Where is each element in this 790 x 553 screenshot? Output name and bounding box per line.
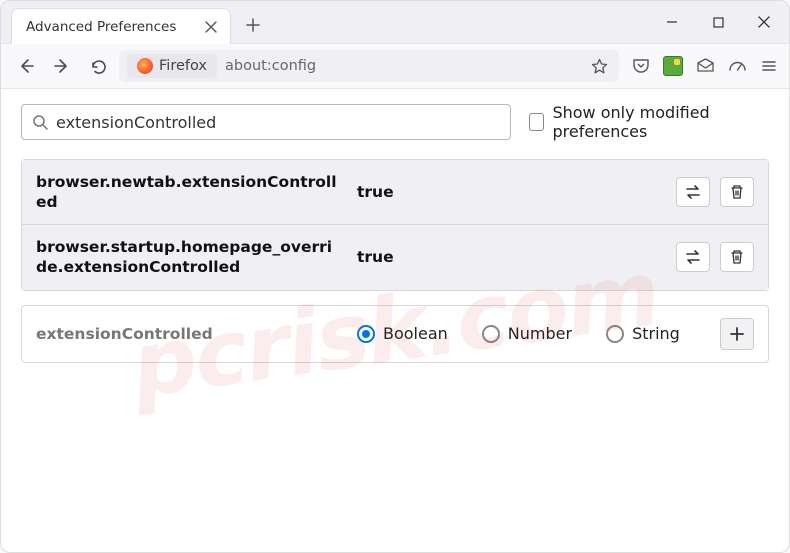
radio-icon bbox=[482, 325, 500, 343]
identity-box[interactable]: Firefox bbox=[127, 54, 217, 78]
plus-icon bbox=[729, 326, 745, 342]
tab-title: Advanced Preferences bbox=[26, 19, 202, 35]
radio-label: Number bbox=[508, 324, 572, 343]
plus-icon bbox=[246, 18, 260, 32]
pref-list: browser.newtab.extensionControlled true … bbox=[21, 159, 769, 291]
browser-tab[interactable]: Advanced Preferences bbox=[11, 8, 231, 44]
radio-label: String bbox=[632, 324, 680, 343]
mail-button[interactable] bbox=[695, 56, 715, 76]
search-icon bbox=[32, 114, 48, 130]
pref-name: browser.startup.homepage_override.extens… bbox=[36, 237, 341, 277]
radio-icon bbox=[357, 325, 375, 343]
minimize-button[interactable] bbox=[649, 4, 695, 40]
toggle-button[interactable] bbox=[676, 242, 710, 272]
new-tab-button[interactable] bbox=[239, 11, 267, 39]
firefox-icon bbox=[137, 58, 153, 74]
type-string[interactable]: String bbox=[606, 324, 680, 343]
show-modified-label: Show only modified preferences bbox=[552, 103, 769, 141]
type-number[interactable]: Number bbox=[482, 324, 572, 343]
pref-value: true bbox=[357, 183, 660, 201]
pocket-icon bbox=[632, 57, 650, 75]
url-text: about:config bbox=[225, 58, 579, 74]
pref-row[interactable]: browser.newtab.extensionControlled true bbox=[22, 160, 768, 225]
toolbar-actions bbox=[625, 56, 779, 76]
mail-icon bbox=[696, 57, 715, 76]
window-controls bbox=[649, 1, 789, 43]
toggle-button[interactable] bbox=[676, 177, 710, 207]
reload-icon bbox=[90, 58, 107, 75]
checkbox-icon bbox=[529, 113, 544, 131]
add-pref-name: extensionControlled bbox=[36, 325, 341, 343]
pref-value: true bbox=[357, 248, 660, 266]
maximize-button[interactable] bbox=[695, 4, 741, 40]
arrow-right-icon bbox=[53, 57, 71, 75]
toggle-icon bbox=[684, 185, 702, 199]
bookmark-button[interactable] bbox=[587, 58, 611, 75]
browser-window: Advanced Preferences bbox=[0, 0, 790, 553]
search-row: Show only modified preferences bbox=[21, 103, 769, 141]
close-icon bbox=[758, 16, 770, 28]
dashboard-button[interactable] bbox=[727, 56, 747, 76]
address-bar[interactable]: Firefox about:config bbox=[119, 50, 619, 82]
toggle-icon bbox=[684, 250, 702, 264]
extension-button[interactable] bbox=[663, 56, 683, 76]
pref-actions bbox=[676, 177, 754, 207]
pref-search-box[interactable] bbox=[21, 104, 511, 140]
type-boolean[interactable]: Boolean bbox=[357, 324, 448, 343]
delete-button[interactable] bbox=[720, 177, 754, 207]
pref-search-input[interactable] bbox=[56, 113, 500, 132]
minimize-icon bbox=[666, 16, 678, 28]
add-pref-button[interactable] bbox=[720, 318, 754, 350]
show-modified-toggle[interactable]: Show only modified preferences bbox=[529, 103, 769, 141]
trash-icon bbox=[729, 184, 745, 200]
back-button[interactable] bbox=[11, 51, 41, 81]
toolbar: Firefox about:config bbox=[1, 43, 789, 89]
forward-button[interactable] bbox=[47, 51, 77, 81]
maximize-icon bbox=[713, 17, 724, 28]
arrow-left-icon bbox=[17, 57, 35, 75]
delete-button[interactable] bbox=[720, 242, 754, 272]
gauge-icon bbox=[728, 57, 747, 76]
content-area: pcrisk.com Show only modified preference… bbox=[1, 89, 789, 552]
identity-label: Firefox bbox=[159, 58, 207, 74]
close-tab-button[interactable] bbox=[202, 18, 220, 36]
radio-icon bbox=[606, 325, 624, 343]
close-window-button[interactable] bbox=[741, 4, 787, 40]
pref-row[interactable]: browser.startup.homepage_override.extens… bbox=[22, 225, 768, 289]
hamburger-icon bbox=[761, 58, 777, 74]
pref-name: browser.newtab.extensionControlled bbox=[36, 172, 341, 212]
trash-icon bbox=[729, 249, 745, 265]
reload-button[interactable] bbox=[83, 51, 113, 81]
pref-actions bbox=[676, 242, 754, 272]
radio-label: Boolean bbox=[383, 324, 448, 343]
pocket-button[interactable] bbox=[631, 56, 651, 76]
star-icon bbox=[591, 58, 608, 75]
close-icon bbox=[205, 21, 217, 33]
app-menu-button[interactable] bbox=[759, 56, 779, 76]
type-options: Boolean Number String bbox=[357, 324, 704, 343]
titlebar: Advanced Preferences bbox=[1, 1, 789, 43]
add-pref-row: extensionControlled Boolean Number Strin… bbox=[21, 305, 769, 363]
